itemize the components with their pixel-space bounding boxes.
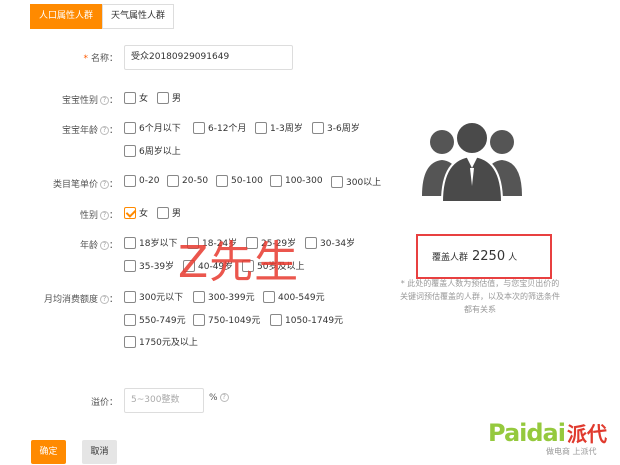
category-price-option[interactable]: 100-300	[270, 175, 323, 187]
people-group-icon	[422, 121, 522, 202]
category-price-option[interactable]: 20-50	[167, 175, 208, 187]
confirm-button[interactable]: 确定	[31, 440, 66, 464]
category-price-option[interactable]: 0-20	[124, 175, 159, 187]
age-option[interactable]: 30-34岁	[305, 236, 355, 249]
premium-unit: %?	[209, 393, 229, 403]
age-option[interactable]: 35-39岁	[124, 259, 174, 272]
baby-age-option[interactable]: 6周岁以上	[124, 144, 181, 157]
watermark-text: Z先生	[178, 237, 300, 288]
monthly-spend-option[interactable]: 300元以下	[124, 290, 183, 303]
help-icon[interactable]: ?	[99, 126, 109, 135]
coverage-unit: 人	[508, 253, 518, 263]
baby-gender-male-checkbox[interactable]: 男	[157, 91, 181, 104]
premium-input[interactable]: 5~300整数	[124, 388, 204, 413]
help-icon[interactable]: ?	[99, 180, 109, 189]
category-price-label: 类目笔单价?：	[52, 180, 118, 190]
coverage-label: 覆盖人群	[432, 253, 469, 263]
tab-demographic[interactable]: 人口属性人群	[30, 4, 103, 29]
monthly-spend-option[interactable]: 550-749元	[124, 313, 186, 326]
baby-age-label: 宝宝年龄?：	[61, 126, 118, 136]
premium-label: 溢价：	[90, 398, 118, 408]
baby-gender-female-checkbox[interactable]: 女	[124, 91, 148, 104]
gender-female-checkbox[interactable]: 女	[124, 206, 148, 219]
baby-age-option[interactable]: 3-6周岁	[312, 121, 360, 134]
baby-age-option[interactable]: 6个月以下	[124, 121, 181, 134]
help-icon[interactable]: ?	[99, 295, 109, 304]
gender-male-checkbox[interactable]: 男	[157, 206, 181, 219]
audience-tabs: 人口属性人群 天气属性人群	[30, 4, 175, 29]
help-icon[interactable]: ?	[99, 241, 109, 250]
name-input[interactable]: 受众20180929091649	[124, 45, 293, 70]
help-icon[interactable]: ?	[99, 96, 109, 105]
monthly-spend-option[interactable]: 750-1049元	[193, 313, 260, 326]
baby-age-option[interactable]: 6-12个月	[193, 121, 246, 134]
coverage-count: 2250	[472, 249, 506, 264]
required-mark: *	[83, 54, 88, 64]
category-price-option[interactable]: 300以上	[331, 175, 381, 188]
age-label: 年龄?：	[79, 241, 118, 251]
help-icon[interactable]: ?	[219, 393, 229, 402]
monthly-spend-option[interactable]: 1050-1749元	[270, 313, 343, 326]
coverage-summary: 覆盖人群 2250 人	[416, 234, 552, 279]
baby-gender-label: 宝宝性别?：	[61, 96, 118, 106]
coverage-note: * 此处的覆盖人数为预估值，与您宝贝出价的 关键词预估覆盖的人群，以及本次的筛选…	[400, 279, 560, 314]
baby-age-option[interactable]: 1-3周岁	[255, 121, 303, 134]
checkmark-icon	[124, 206, 136, 219]
monthly-spend-option[interactable]: 300-399元	[193, 290, 255, 303]
category-price-option[interactable]: 50-100	[216, 175, 263, 187]
cancel-button[interactable]: 取消	[82, 440, 117, 464]
name-label: * 名称：	[83, 54, 118, 64]
gender-label: 性别?：	[79, 211, 118, 221]
paidai-logo: Paidai 派代 做电商 上派代	[488, 419, 607, 456]
monthly-spend-option[interactable]: 1750元及以上	[124, 335, 198, 348]
help-icon[interactable]: ?	[99, 211, 109, 220]
monthly-spend-option[interactable]: 400-549元	[263, 290, 325, 303]
tab-weather[interactable]: 天气属性人群	[102, 4, 175, 29]
monthly-spend-label: 月均消费额度?：	[43, 295, 118, 305]
age-option[interactable]: 18岁以下	[124, 236, 177, 249]
